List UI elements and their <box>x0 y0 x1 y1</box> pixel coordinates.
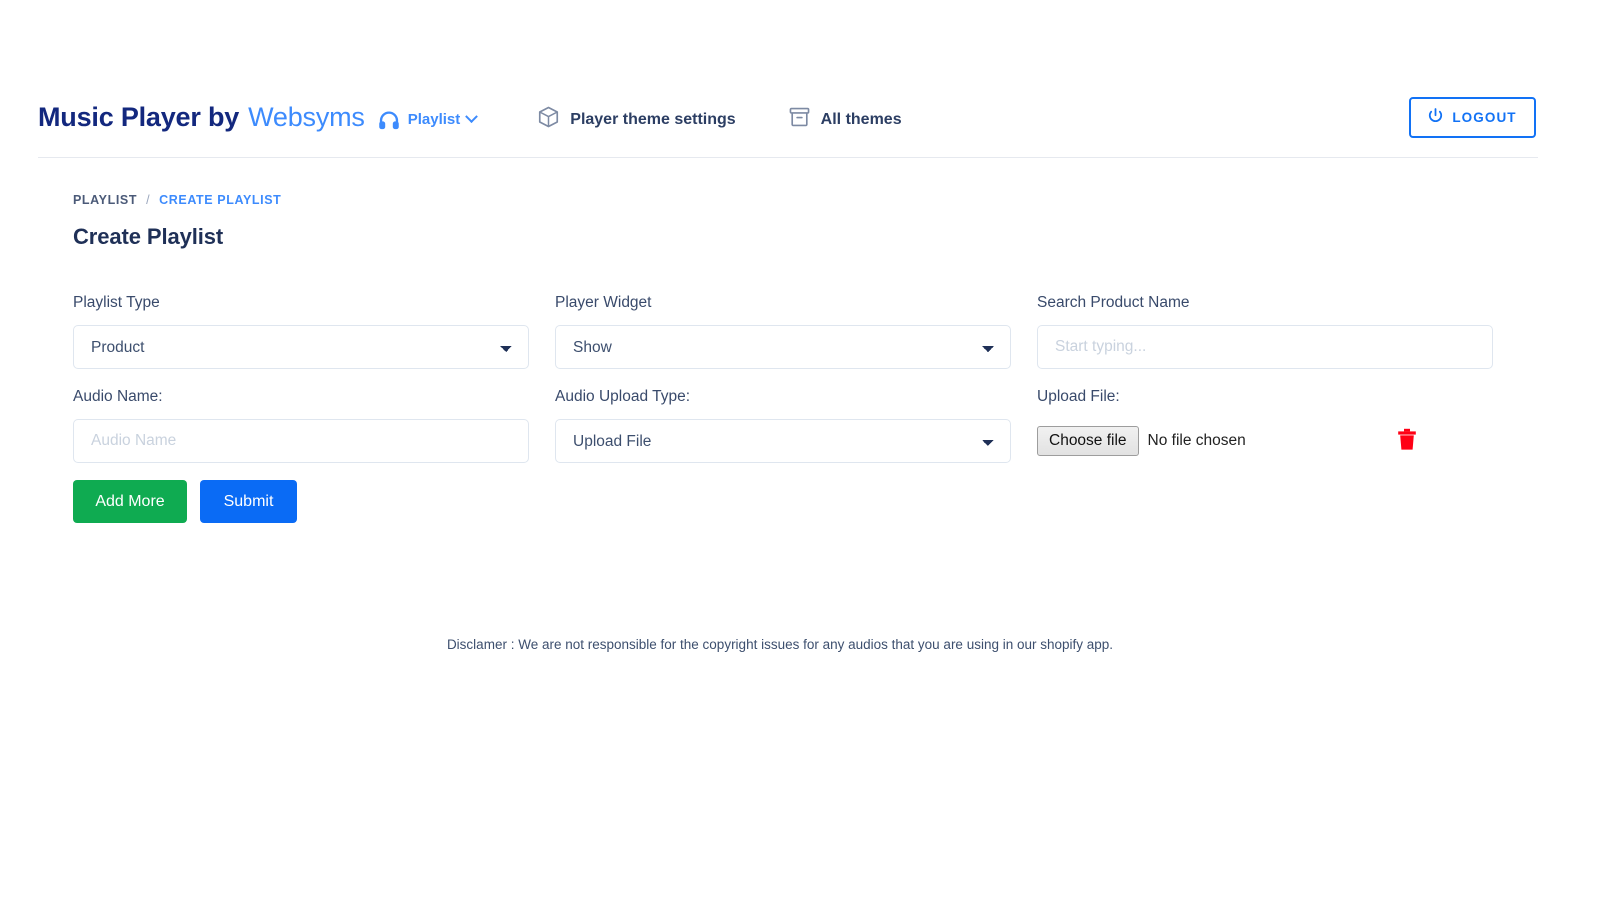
file-input-area: Choose file No file chosen <box>1037 419 1493 463</box>
nav-playlist-label: Playlist <box>407 111 461 128</box>
audio-name-input[interactable] <box>73 419 529 463</box>
choose-file-button[interactable]: Choose file <box>1037 426 1139 456</box>
page-title: Create Playlist <box>73 224 224 249</box>
breadcrumb-item-playlist[interactable]: PLAYLIST <box>73 193 137 207</box>
field-audio-upload-type: Audio Upload Type: Upload File <box>555 388 1011 463</box>
brand-logo: Music Player by Websyms <box>38 102 365 133</box>
archive-box-icon <box>789 107 810 132</box>
nav-player-theme-settings-label: Player theme settings <box>570 110 736 128</box>
form-actions: Add More Submit <box>73 480 1493 523</box>
breadcrumb: PLAYLIST / CREATE PLAYLIST <box>73 193 281 207</box>
audio-name-label: Audio Name: <box>73 388 163 405</box>
audio-upload-type-select[interactable]: Upload File <box>555 419 1011 463</box>
playlist-type-select[interactable]: Product <box>73 325 529 369</box>
app-page: Music Player by Websyms Playlist Player … <box>0 0 1600 900</box>
field-playlist-type: Playlist Type Product <box>73 294 529 369</box>
search-product-label: Search Product Name <box>1037 294 1190 311</box>
breadcrumb-item-create-playlist[interactable]: CREATE PLAYLIST <box>159 193 281 207</box>
nav-player-theme-settings[interactable]: Player theme settings <box>538 106 736 133</box>
app-header: Music Player by Websyms Playlist Player … <box>38 78 1538 158</box>
nav-playlist-dropdown[interactable]: Playlist <box>407 110 479 128</box>
breadcrumb-separator: / <box>146 193 151 207</box>
field-audio-name: Audio Name: <box>73 388 529 463</box>
chevron-down-icon <box>465 110 479 124</box>
disclaimer-text: Disclamer : We are not responsible for t… <box>446 637 1114 652</box>
logout-button[interactable]: LOGOUT <box>1409 97 1536 138</box>
submit-button[interactable]: Submit <box>200 480 297 523</box>
player-widget-label: Player Widget <box>555 294 652 311</box>
power-icon <box>1428 108 1443 127</box>
add-more-button[interactable]: Add More <box>73 480 187 523</box>
field-player-widget: Player Widget Show <box>555 294 1011 369</box>
logout-button-label: LOGOUT <box>1452 110 1517 125</box>
create-playlist-form: Playlist Type Product Player Widget Show… <box>73 294 1493 523</box>
field-search-product: Search Product Name <box>1037 294 1493 369</box>
nav-all-themes[interactable]: All themes <box>789 107 902 132</box>
cube-icon <box>538 106 559 133</box>
player-widget-select[interactable]: Show <box>555 325 1011 369</box>
field-upload-file: Upload File: Choose file No file chosen <box>1037 388 1493 463</box>
brand-name-primary: Music Player by <box>38 102 240 132</box>
audio-upload-type-label: Audio Upload Type: <box>555 388 691 405</box>
playlist-type-label: Playlist Type <box>73 294 160 311</box>
nav-all-themes-label: All themes <box>820 110 902 128</box>
upload-file-label: Upload File: <box>1037 388 1120 405</box>
form-row-1: Playlist Type Product Player Widget Show… <box>73 294 1493 369</box>
trash-icon[interactable] <box>1397 428 1417 456</box>
file-status-text: No file chosen <box>1147 432 1246 449</box>
search-product-input[interactable] <box>1037 325 1493 369</box>
brand-name-secondary: Websyms <box>248 102 365 132</box>
form-row-2: Audio Name: Audio Upload Type: Upload Fi… <box>73 388 1493 463</box>
headphones-icon <box>378 111 400 130</box>
